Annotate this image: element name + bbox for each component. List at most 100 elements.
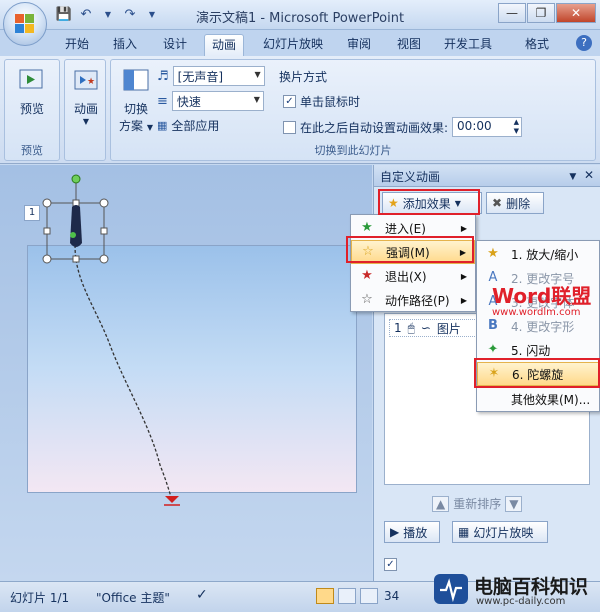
add-effect-label: 添加效果 — [402, 196, 451, 211]
apply-all-button[interactable]: ▦ 全部应用 — [157, 117, 219, 134]
speed-dropdown[interactable]: 快速 ▼ — [171, 91, 264, 111]
sound-icon: ♬ — [157, 68, 169, 84]
move-down-icon[interactable]: ▼ — [505, 495, 523, 512]
spellcheck-icon[interactable]: ✓ — [196, 587, 208, 603]
on-click-row: ✓ 单击鼠标时 — [283, 93, 360, 110]
remove-icon: ✖ — [492, 196, 503, 210]
speed-value: 快速 — [176, 95, 201, 109]
remove-label: 删除 — [506, 196, 531, 211]
list-item-label: 图片 — [436, 321, 461, 336]
slideshow-button[interactable]: ▦ 幻灯片放映 — [452, 521, 548, 543]
menu-item-emphasis[interactable]: ☆ 强调(M) ▶ — [351, 240, 475, 264]
resize-handle[interactable] — [99, 198, 109, 208]
menu-item-exit[interactable]: ★ 退出(X) ▶ — [351, 264, 475, 288]
submenu-arrow-icon: ▶ — [460, 295, 467, 305]
tab-design[interactable]: 设计 — [156, 34, 194, 56]
picture-object[interactable] — [70, 205, 82, 247]
remove-button[interactable]: ✖ 删除 — [486, 192, 544, 214]
rotation-handle[interactable] — [71, 174, 81, 184]
close-button[interactable]: ✕ — [556, 3, 596, 23]
menu-item-label: 强调(M) — [386, 245, 430, 260]
menu-item-grow-shrink[interactable]: ★ 1. 放大/缩小 — [477, 242, 599, 266]
sound-dropdown[interactable]: [无声音] ▼ — [172, 66, 265, 86]
menu-item-label: 5. 闪动 — [511, 343, 551, 358]
tab-animations[interactable]: 动画 — [204, 34, 244, 56]
resize-handle[interactable] — [99, 254, 109, 264]
site-logo: 电脑百科知识 www.pc-daily.com — [430, 568, 600, 612]
spinner-icon: ▲ ▼ — [513, 118, 520, 135]
advance-title-label: 换片方式 — [279, 70, 328, 84]
animation-button[interactable]: ★ 动画 ▼ — [67, 66, 105, 126]
chevron-down-icon: ▼ — [454, 198, 461, 208]
path-icon: ∽ — [420, 321, 431, 335]
play-button[interactable]: ▶ 播放 — [384, 521, 440, 543]
menu-item-entrance[interactable]: ★ 进入(E) ▶ — [351, 216, 475, 240]
grow-shrink-icon: ★ — [487, 246, 499, 261]
preview-button[interactable]: 预览 — [9, 66, 55, 117]
after-time-input[interactable]: 00:00 ▲ ▼ — [452, 117, 523, 137]
path-end-icon — [165, 496, 179, 503]
tab-home[interactable]: 开始 — [58, 34, 96, 56]
menu-item-more-effects[interactable]: 其他效果(M)... — [477, 387, 599, 411]
chevron-down-icon: ▼ — [254, 70, 261, 79]
on-click-checkbox[interactable]: ✓ — [283, 95, 296, 108]
watermark-brand: Word联盟 — [492, 284, 592, 308]
tab-developer[interactable]: 开发工具 — [438, 34, 498, 56]
zoom-level: 34 — [384, 589, 400, 603]
resize-handle[interactable] — [42, 198, 52, 208]
tab-review[interactable]: 审阅 — [340, 34, 378, 56]
normal-view-icon[interactable] — [316, 588, 334, 604]
resize-handle[interactable] — [42, 254, 52, 264]
transition-scheme-button[interactable]: 切换 方案 ▼ — [115, 66, 157, 134]
office-button[interactable] — [3, 2, 47, 46]
slide-sorter-icon[interactable] — [338, 588, 356, 604]
menu-item-motion-path[interactable]: ☆ 动作路径(P) ▶ — [351, 288, 475, 312]
chevron-down-icon: ▼ — [253, 95, 260, 104]
animation-label: 动画 — [73, 102, 98, 116]
tab-format[interactable]: 格式 — [518, 34, 556, 56]
pane-controls: ▼ ✕ — [569, 168, 594, 182]
reorder-row: ▲ 重新排序 ▼ — [432, 495, 523, 512]
motion-path-line[interactable] — [74, 234, 173, 500]
animation-dropdown-icon: ▼ — [82, 117, 90, 126]
theme-name: "Office 主题" — [96, 591, 170, 605]
after-label: 在此之后自动设置动画效果: — [300, 120, 449, 135]
office-logo-icon — [15, 14, 35, 34]
tab-slideshow[interactable]: 幻灯片放映 — [256, 34, 330, 56]
minimize-button[interactable]: — — [498, 3, 526, 23]
watermark-url: www.wordlm.com — [492, 307, 581, 318]
slideshow-view-icon[interactable] — [360, 588, 378, 604]
tab-insert[interactable]: 插入 — [106, 34, 144, 56]
ribbon-tabs: 开始 插入 设计 动画 幻灯片放映 审阅 视图 开发工具 格式 ? — [0, 30, 600, 56]
help-icon[interactable]: ? — [576, 35, 592, 51]
add-effect-button[interactable]: ★ 添加效果 ▼ — [382, 192, 482, 214]
menu-item-flicker[interactable]: ✦ 5. 闪动 — [477, 338, 599, 362]
title-bar: 💾 ↶ ▼ ↷ ▼ 演示文稿1 - Microsoft PowerPoint —… — [0, 0, 600, 30]
menu-item-label: 1. 放大/缩小 — [511, 247, 579, 262]
pane-menu-icon[interactable]: ▼ — [569, 172, 576, 182]
tab-view[interactable]: 视图 — [390, 34, 428, 56]
restore-button[interactable]: ❐ — [527, 3, 555, 23]
animation-icon: ★ — [71, 66, 101, 96]
preview-group-label: 预览 — [21, 144, 43, 157]
resize-handle[interactable] — [72, 255, 80, 263]
after-checkbox[interactable] — [283, 120, 296, 134]
preview-label: 预览 — [19, 102, 44, 116]
preview-icon — [17, 66, 47, 96]
slide-workspace: 1 — [0, 165, 372, 581]
resize-handle[interactable] — [100, 227, 108, 235]
sound-row: ♬ [无声音] ▼ — [157, 66, 265, 86]
menu-item-label: 6. 陀螺旋 — [512, 367, 564, 382]
emphasis-submenu: ★ 1. 放大/缩小 A 2. 更改字号 A 3. 更改字体 B 4. 更改字形… — [476, 240, 600, 412]
pane-close-icon[interactable]: ✕ — [584, 168, 594, 182]
submenu-arrow-icon: ▶ — [460, 223, 467, 233]
ribbon: 预览 预览 ★ 动画 ▼ 切换 方案 ▼ ♬ [无声音] ▼ ≡ 快速 ▼ ▦ … — [0, 56, 600, 164]
blank-icon — [485, 391, 501, 407]
menu-item-spin[interactable]: ✶ 6. 陀螺旋 — [477, 362, 599, 386]
autopreview-checkbox[interactable]: ✓ — [384, 558, 397, 571]
resize-handle[interactable] — [43, 227, 51, 235]
move-up-icon[interactable]: ▲ — [432, 495, 450, 512]
emphasis-star-icon: ☆ — [362, 244, 374, 259]
after-row: 在此之后自动设置动画效果: 00:00 ▲ ▼ — [283, 117, 523, 137]
menu-item-label: 进入(E) — [385, 221, 426, 236]
